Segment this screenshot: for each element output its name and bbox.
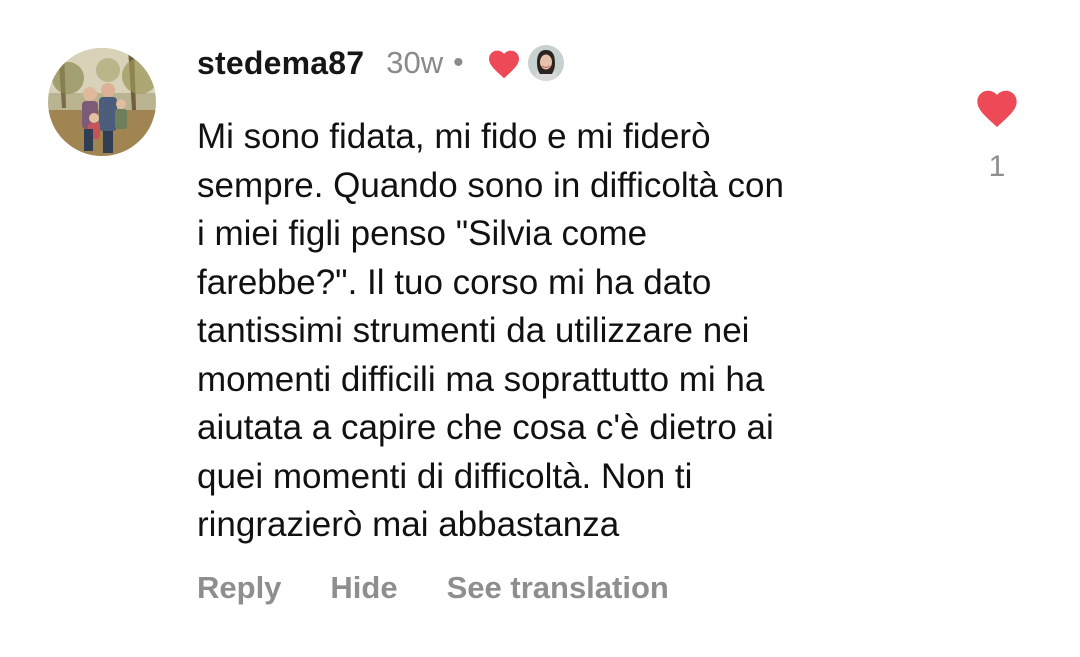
like-heart-icon[interactable] bbox=[974, 86, 1020, 128]
user-avatar[interactable] bbox=[48, 48, 156, 156]
family-photo-image bbox=[48, 48, 156, 156]
see-translation-button[interactable]: See translation bbox=[447, 570, 669, 606]
comment-header: stedema87 30w • bbox=[197, 40, 564, 86]
username-link[interactable]: stedema87 bbox=[197, 45, 364, 82]
comment-actions: Reply Hide See translation bbox=[197, 570, 669, 606]
like-control: 1 bbox=[973, 86, 1021, 184]
reply-button[interactable]: Reply bbox=[197, 570, 281, 606]
hide-button[interactable]: Hide bbox=[330, 570, 397, 606]
separator-dot: • bbox=[453, 46, 464, 79]
timestamp: 30w bbox=[386, 45, 444, 80]
like-count: 1 bbox=[988, 150, 1006, 183]
comment-body: Mi sono fidata, mi fido e mi fiderò semp… bbox=[197, 117, 784, 544]
creator-avatar bbox=[527, 45, 564, 81]
creator-liked-heart-icon bbox=[486, 47, 522, 79]
